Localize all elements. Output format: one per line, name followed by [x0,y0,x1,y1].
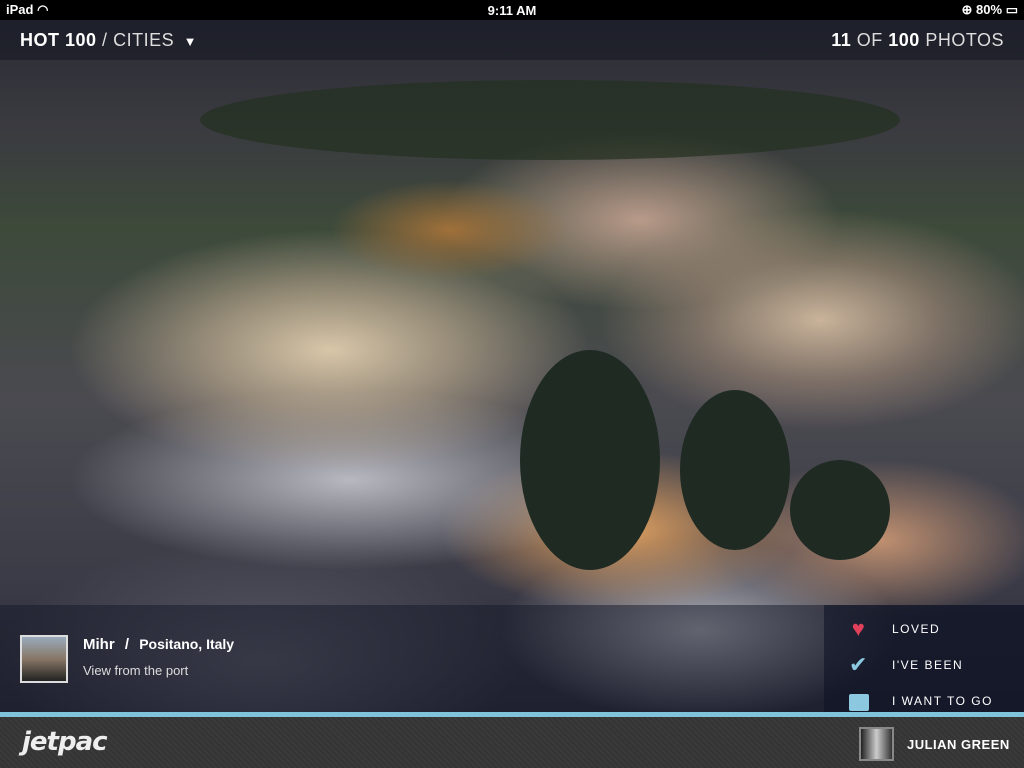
dropdown-arrow-icon: ▼ [183,33,197,49]
loved-button[interactable]: ♥ LOVED [824,611,1024,647]
tree [680,390,790,550]
clock: 9:11 AM [487,2,537,18]
ive-been-label: I'VE BEEN [892,658,964,672]
category-selector[interactable]: HOT 100 / CITIES ▼ [20,30,197,51]
photos-label: PHOTOS [925,29,1004,50]
photographer-name[interactable]: Mihr [83,636,115,653]
of-label: OF [856,29,883,50]
photo-total: 100 [888,29,920,50]
ive-been-button[interactable]: ✔ I'VE BEEN [824,647,1024,683]
photo-index: 11 [831,29,852,50]
suitcase-icon [846,688,872,714]
status-bar: iPad ◠ 9:11 AM ⊕ 80% ▭ [0,0,1024,20]
photo-credit: Mihr / Positano, Italy [83,636,234,653]
actions-panel: ♥ LOVED ✔ I'VE BEEN I WANT TO GO [824,605,1024,712]
jetpac-logo[interactable]: jetpac [22,727,108,757]
header-bar: HOT 100 / CITIES ▼ 11 OF 100 PHOTOS [0,20,1024,60]
photo-counter: 11 OF 100 PHOTOS [831,30,1004,51]
footer-bar: jetpac JULIAN GREEN [0,717,1024,768]
want-to-go-label: I WANT TO GO [892,694,993,708]
heart-icon: ♥ [851,616,867,641]
separator: / [102,29,108,50]
photographer-avatar[interactable] [20,635,68,683]
loved-label: LOVED [892,622,941,636]
photo-description: View from the port [83,663,189,678]
photo-caption [0,605,824,712]
separator: / [124,636,130,653]
hillside [200,80,900,160]
user-name[interactable]: JULIAN GREEN [907,737,1010,752]
location-name[interactable]: Positano, Italy [139,636,234,652]
user-avatar[interactable] [859,727,894,761]
category-label: CITIES [113,29,175,50]
tree [520,350,660,570]
section-title: HOT 100 [20,29,97,50]
check-icon: ✔ [849,652,869,677]
tree [790,460,890,560]
